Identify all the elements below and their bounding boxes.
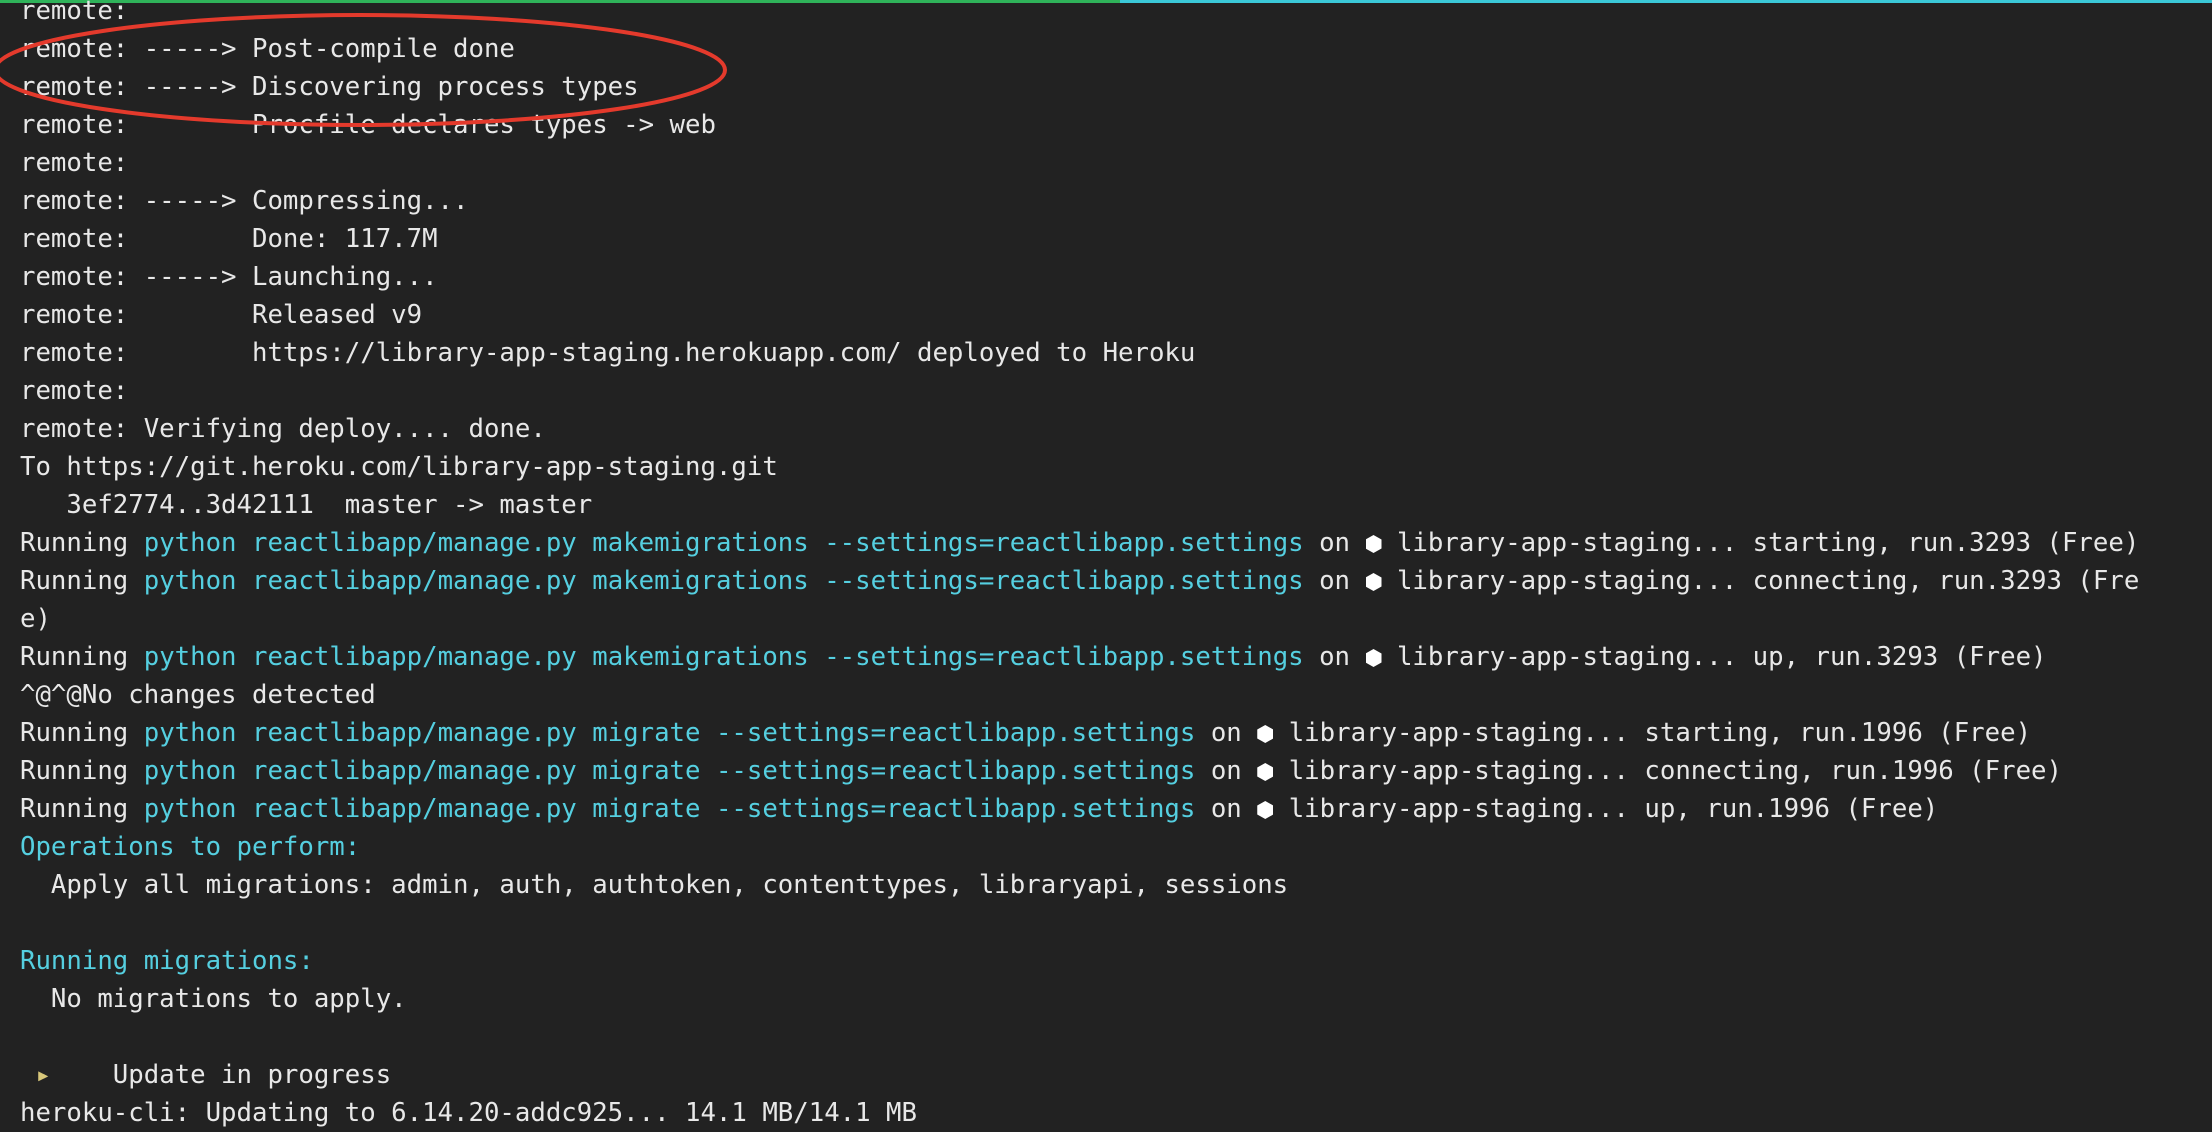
- running-prefix: Running: [20, 566, 144, 596]
- terminal-line: remote: Verifying deploy.... done.: [20, 414, 546, 444]
- on-word: on: [1303, 566, 1366, 596]
- terminal-line: remote:: [20, 148, 129, 178]
- terminal-line: remote: -----> Post-compile done: [20, 34, 515, 64]
- terminal-line: remote: -----> Compressing...: [20, 186, 469, 216]
- dyno-status: library-app-staging... up, run.1996 (Fre…: [1273, 794, 1939, 824]
- terminal-output[interactable]: remote: remote: -----> Post-compile done…: [20, 0, 2200, 1128]
- dyno-status: library-app-staging... up, run.3293 (Fre…: [1381, 642, 2047, 672]
- command-text: python reactlibapp/manage.py makemigrati…: [143, 566, 1304, 596]
- heroku-dyno-hexagon-icon: [1365, 573, 1382, 591]
- heroku-dyno-hexagon-icon: [1365, 649, 1382, 667]
- on-word: on: [1195, 718, 1258, 748]
- heroku-cli-update-line: heroku-cli: Updating to 6.14.20-addc925.…: [20, 1098, 917, 1128]
- running-command-line: Running python reactlibapp/manage.py mak…: [20, 562, 2200, 600]
- terminal-line: remote:: [20, 0, 129, 26]
- terminal-line: e): [20, 604, 51, 634]
- dyno-status: library-app-staging... connecting, run.3…: [1381, 566, 2140, 596]
- running-command-line: Running python reactlibapp/manage.py mak…: [20, 638, 2200, 676]
- dyno-status: library-app-staging... connecting, run.1…: [1273, 756, 2062, 786]
- terminal-line: remote: -----> Launching...: [20, 262, 438, 292]
- heroku-dyno-hexagon-icon: [1257, 725, 1274, 743]
- command-text: python reactlibapp/manage.py makemigrati…: [143, 642, 1304, 672]
- heroku-dyno-hexagon-icon: [1257, 801, 1274, 819]
- heroku-dyno-hexagon-icon: [1365, 535, 1382, 553]
- running-prefix: Running: [20, 528, 144, 558]
- running-prefix: Running: [20, 756, 144, 786]
- running-command-line: Running python reactlibapp/manage.py mak…: [20, 524, 2200, 562]
- terminal-line: To https://git.heroku.com/library-app-st…: [20, 452, 778, 482]
- running-command-line: Running python reactlibapp/manage.py mig…: [20, 790, 2200, 828]
- dyno-status: library-app-staging... starting, run.199…: [1273, 718, 2032, 748]
- terminal-line: remote: https://library-app-staging.hero…: [20, 338, 1196, 368]
- command-text: python reactlibapp/manage.py makemigrati…: [143, 528, 1304, 558]
- terminal-line: remote: -----> Discovering process types: [20, 72, 639, 102]
- terminal-line: ^@^@No changes detected: [20, 680, 376, 710]
- running-command-line: Running python reactlibapp/manage.py mig…: [20, 752, 2200, 790]
- running-migrations-heading: Running migrations:: [20, 946, 314, 976]
- command-text: python reactlibapp/manage.py migrate --s…: [143, 794, 1196, 824]
- on-word: on: [1303, 528, 1366, 558]
- terminal-line: remote:: [20, 376, 129, 406]
- triangle-right-icon: ▸: [20, 1060, 51, 1090]
- command-text: python reactlibapp/manage.py migrate --s…: [143, 756, 1196, 786]
- terminal-line: No migrations to apply.: [20, 984, 407, 1014]
- on-word: on: [1303, 642, 1366, 672]
- on-word: on: [1195, 794, 1258, 824]
- terminal-line: remote: Procfile declares types -> web: [20, 110, 716, 140]
- running-prefix: Running: [20, 718, 144, 748]
- terminal-line: 3ef2774..3d42111 master -> master: [20, 490, 593, 520]
- heroku-dyno-hexagon-icon: [1257, 763, 1274, 781]
- update-status-text: Update in progress: [50, 1060, 392, 1090]
- on-word: on: [1195, 756, 1258, 786]
- dyno-status: library-app-staging... starting, run.329…: [1381, 528, 2140, 558]
- running-prefix: Running: [20, 794, 144, 824]
- terminal-line: remote: Done: 117.7M: [20, 224, 438, 254]
- update-progress-line: ▸ Update in progress: [20, 1056, 2200, 1094]
- command-text: python reactlibapp/manage.py migrate --s…: [143, 718, 1196, 748]
- terminal-line: remote: Released v9: [20, 300, 423, 330]
- running-command-line: Running python reactlibapp/manage.py mig…: [20, 714, 2200, 752]
- terminal-line: Apply all migrations: admin, auth, autht…: [20, 870, 1289, 900]
- running-prefix: Running: [20, 642, 144, 672]
- operations-heading: Operations to perform:: [20, 832, 361, 862]
